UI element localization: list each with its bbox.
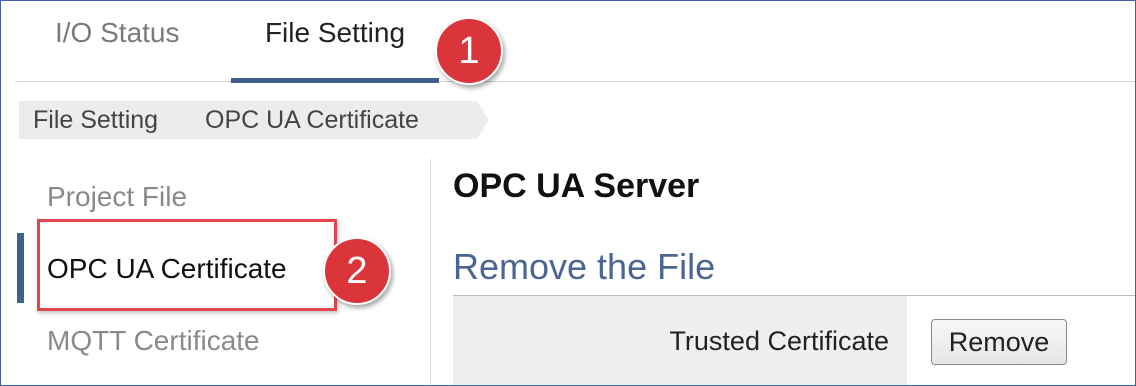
remove-button[interactable]: Remove <box>931 319 1067 365</box>
sidebar-item-project-file[interactable]: Project File <box>47 179 187 215</box>
highlight-box <box>37 219 337 311</box>
sidebar-divider <box>430 159 431 385</box>
step-1-badge: 1 <box>435 17 503 85</box>
breadcrumb-file-setting[interactable]: File Setting <box>19 101 207 139</box>
tab-file-setting[interactable]: File Setting <box>231 15 439 83</box>
top-tab-bar: I/O Status File Setting <box>15 1 1135 83</box>
tab-io-status[interactable]: I/O Status <box>55 15 180 81</box>
sidebar-item-mqtt-certificate[interactable]: MQTT Certificate <box>47 323 260 359</box>
breadcrumb-opc-ua-certificate[interactable]: OPC UA Certificate <box>191 101 489 139</box>
sidebar-active-indicator <box>17 233 24 303</box>
section-title: Remove the File <box>453 246 716 287</box>
page-title: OPC UA Server <box>453 167 700 205</box>
app-window: I/O Status File Setting 1 File Setting O… <box>0 0 1136 386</box>
trusted-certificate-label: Trusted Certificate <box>669 326 889 356</box>
step-2-badge: 2 <box>323 237 391 305</box>
